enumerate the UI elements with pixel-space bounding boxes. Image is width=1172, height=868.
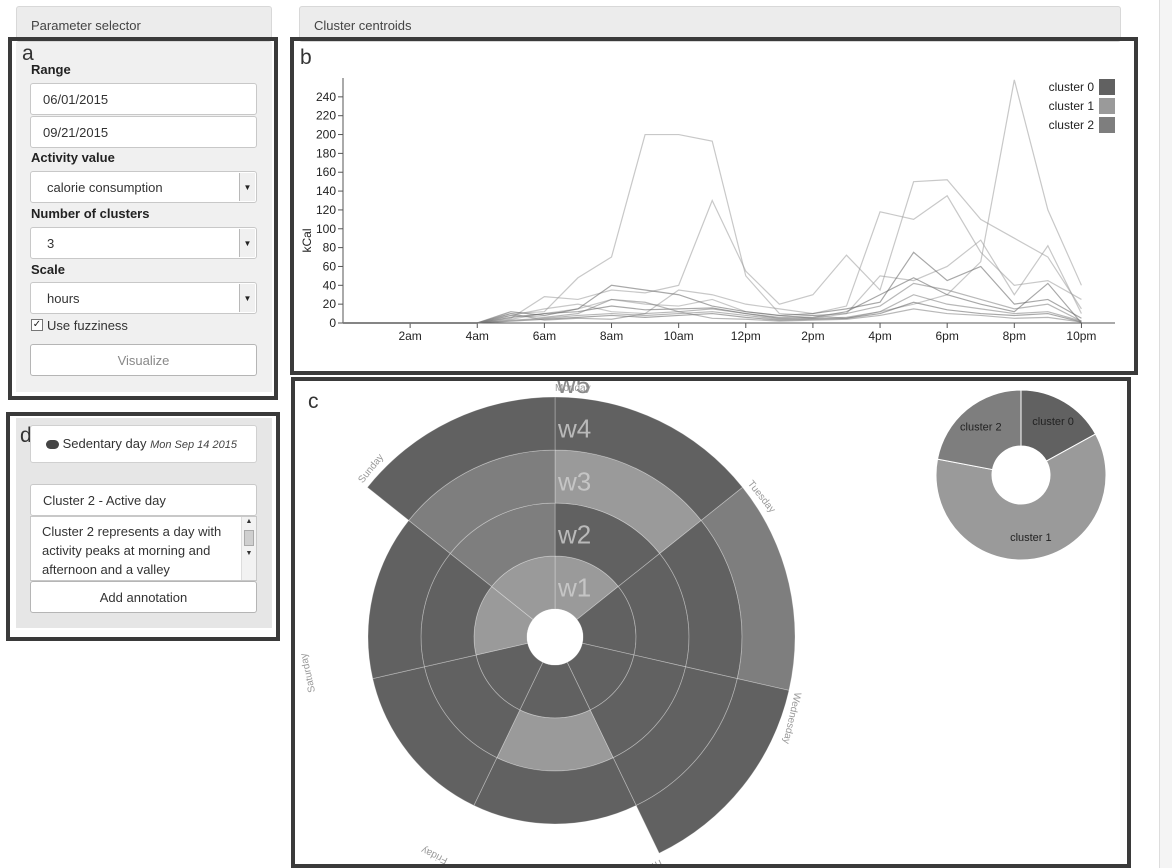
x-tick-label: 6am bbox=[533, 329, 556, 343]
legend-label: cluster 0 bbox=[1049, 80, 1095, 94]
week-label: w1 bbox=[557, 573, 591, 603]
annotation-entry-title: Sedentary day bbox=[62, 436, 147, 451]
day-label: Friday bbox=[420, 844, 450, 864]
y-tick-label: 20 bbox=[323, 297, 337, 311]
activity-value-label: Activity value bbox=[31, 150, 115, 165]
number-of-clusters-label: Number of clusters bbox=[31, 206, 150, 221]
scrollbar-thumb[interactable] bbox=[244, 530, 254, 546]
start-date-input[interactable]: 06/01/2015 bbox=[30, 83, 257, 115]
clusters-select[interactable]: 3 ▼ bbox=[30, 227, 257, 259]
x-tick-label: 8am bbox=[600, 329, 623, 343]
chevron-down-icon[interactable]: ▼ bbox=[239, 284, 255, 312]
scroll-down-icon[interactable]: ▼ bbox=[242, 549, 256, 559]
cluster-centroids-title: Cluster centroids bbox=[314, 18, 412, 33]
annotation-body-textarea[interactable]: Cluster 2 represents a day with activity… bbox=[30, 516, 257, 581]
sunburst-hole bbox=[527, 609, 583, 665]
y-tick-label: 60 bbox=[323, 259, 337, 273]
y-tick-label: 80 bbox=[323, 241, 337, 255]
activity-select[interactable]: calorie consumption ▼ bbox=[30, 171, 257, 203]
chevron-down-icon[interactable]: ▼ bbox=[239, 173, 255, 201]
series-line-cluster-1 bbox=[343, 239, 1082, 324]
add-annotation-button[interactable]: Add annotation bbox=[30, 581, 257, 613]
centroid-line-chart: 0 20 40 60 80 100 120 140 160 180 200 220 240 2am 4am 6… bbox=[300, 78, 1115, 343]
y-tick-label: 0 bbox=[329, 316, 336, 330]
scale-select-value: hours bbox=[47, 291, 80, 306]
fuzziness-checkbox[interactable]: ✓ bbox=[31, 319, 43, 331]
y-tick-label: 120 bbox=[316, 203, 336, 217]
donut-label: cluster 0 bbox=[1032, 416, 1074, 428]
series-line-cluster-2 bbox=[343, 282, 1082, 324]
donut-label: cluster 2 bbox=[960, 421, 1002, 433]
y-tick-label: 180 bbox=[316, 146, 336, 160]
x-tick-label: 4pm bbox=[868, 329, 891, 343]
chevron-down-icon[interactable]: ▼ bbox=[239, 229, 255, 257]
week-label: w4 bbox=[557, 414, 591, 444]
fuzziness-label: Use fuzziness bbox=[47, 318, 128, 333]
x-tick-label: 12pm bbox=[731, 329, 761, 343]
y-tick-label: 200 bbox=[316, 128, 336, 142]
range-label: Range bbox=[31, 62, 71, 77]
week-label: w3 bbox=[557, 467, 591, 497]
x-tick-label: 8pm bbox=[1003, 329, 1026, 343]
end-date-input[interactable]: 09/21/2015 bbox=[30, 116, 257, 148]
y-tick-label: 160 bbox=[316, 165, 336, 179]
x-tick-label: 10pm bbox=[1066, 329, 1096, 343]
legend-label: cluster 1 bbox=[1049, 99, 1095, 113]
series-line-cluster-0 bbox=[343, 301, 1082, 324]
scale-select[interactable]: hours ▼ bbox=[30, 282, 257, 314]
legend-swatch bbox=[1099, 98, 1115, 114]
series-line-cluster-2 bbox=[343, 308, 1082, 324]
x-tick-label: 10am bbox=[664, 329, 694, 343]
scroll-up-icon[interactable]: ▲ bbox=[242, 517, 256, 527]
y-tick-label: 140 bbox=[316, 184, 336, 198]
x-tick-label: 2pm bbox=[801, 329, 824, 343]
x-tick-label: 6pm bbox=[936, 329, 959, 343]
annotation-entry-date: Mon Sep 14 2015 bbox=[150, 439, 237, 451]
comment-icon bbox=[46, 440, 59, 449]
legend-swatch bbox=[1099, 79, 1115, 95]
annotation-entry[interactable]: Sedentary day Mon Sep 14 2015 bbox=[30, 425, 257, 463]
annotation-title-input[interactable]: Cluster 2 - Active day bbox=[30, 484, 257, 516]
legend-label: cluster 2 bbox=[1049, 118, 1095, 132]
page-scrollbar[interactable] bbox=[1159, 0, 1172, 868]
day-label: Monday bbox=[555, 383, 591, 394]
legend-swatch bbox=[1099, 117, 1115, 133]
donut-label: cluster 1 bbox=[1010, 532, 1052, 544]
week-label: w2 bbox=[557, 520, 591, 550]
weekly-sunburst-chart: w1w2w3w4w5MondayTuesdayWednesdayThursday… bbox=[298, 381, 1107, 864]
y-tick-label: 240 bbox=[316, 90, 336, 104]
day-label: Thursday bbox=[623, 856, 665, 864]
activity-select-value: calorie consumption bbox=[47, 180, 163, 195]
series-line-cluster-0 bbox=[343, 277, 1082, 324]
y-tick-label: 40 bbox=[323, 278, 337, 292]
x-tick-label: 4am bbox=[466, 329, 489, 343]
x-tick-label: 2am bbox=[398, 329, 421, 343]
day-label: Saturday bbox=[298, 652, 318, 693]
annotation-body-text: Cluster 2 represents a day with activity… bbox=[42, 524, 222, 577]
clusters-select-value: 3 bbox=[47, 236, 55, 251]
parameter-selector-title: Parameter selector bbox=[31, 18, 141, 33]
textarea-scrollbar[interactable]: ▲ ▼ bbox=[241, 517, 256, 580]
y-tick-label: 100 bbox=[316, 222, 336, 236]
y-tick-label: 220 bbox=[316, 109, 336, 123]
series-line-cluster-1 bbox=[343, 194, 1082, 324]
y-axis-label: kCal bbox=[300, 228, 314, 252]
scale-label: Scale bbox=[31, 262, 65, 277]
visualize-button[interactable]: Visualize bbox=[30, 344, 257, 376]
